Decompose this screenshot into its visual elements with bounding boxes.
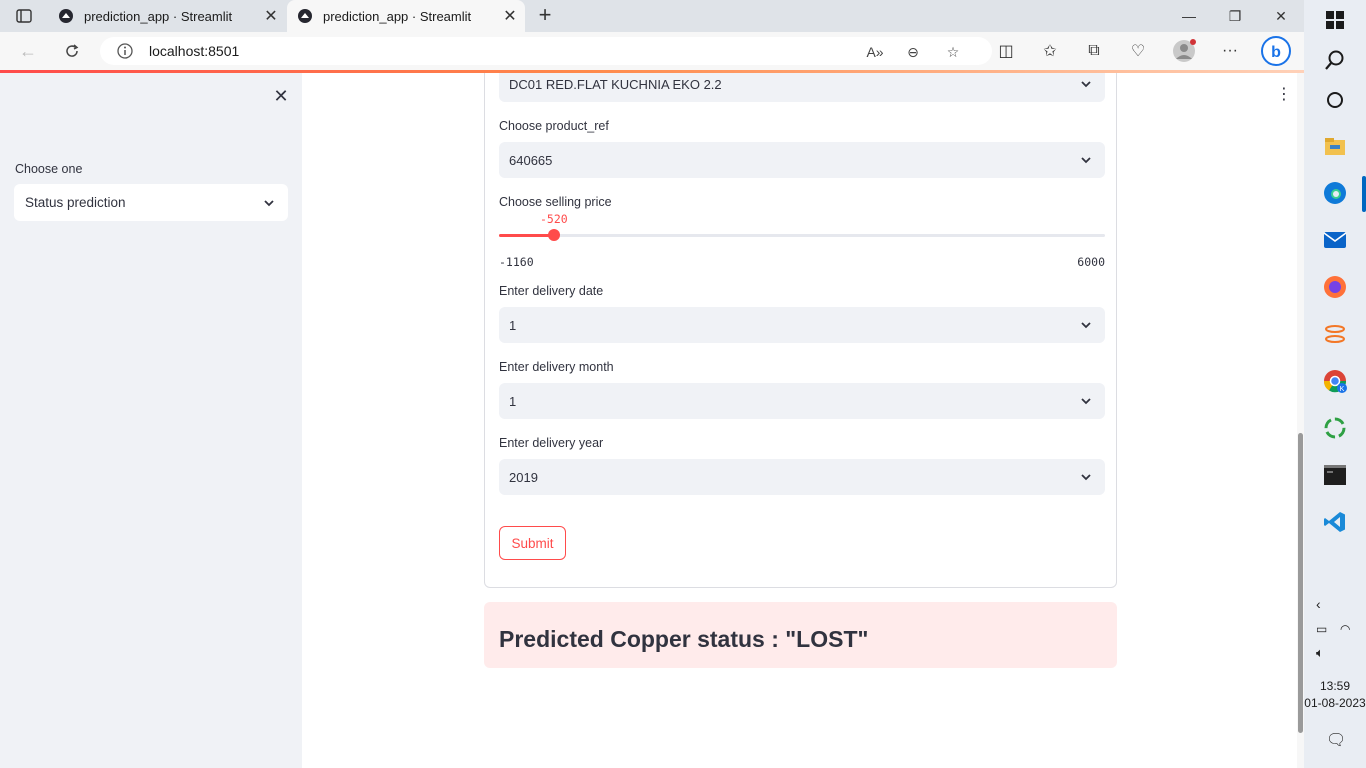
file-explorer-icon[interactable] bbox=[1323, 134, 1347, 158]
browser-essentials-icon[interactable]: ♡ bbox=[1124, 37, 1152, 65]
slider-track[interactable] bbox=[499, 234, 1105, 237]
product-ref-value: 640665 bbox=[509, 153, 553, 168]
selling-price-label: Choose selling price bbox=[499, 195, 612, 209]
bing-copilot-icon[interactable]: b bbox=[1260, 35, 1292, 67]
delivery-date-value: 1 bbox=[509, 318, 517, 333]
vscode-icon[interactable] bbox=[1323, 510, 1347, 534]
delivery-month-label: Enter delivery month bbox=[499, 360, 614, 374]
back-icon[interactable]: ← bbox=[14, 38, 42, 64]
prediction-form: DC01 RED.FLAT KUCHNIA EKO 2.2 Choose pro… bbox=[484, 73, 1117, 588]
chevron-down-icon bbox=[1081, 398, 1091, 405]
address-bar[interactable]: localhost:8501 A» ⊖ ☆ bbox=[100, 37, 992, 65]
notifications-icon[interactable]: 🗨︎ bbox=[1326, 730, 1346, 750]
favorites-icon[interactable]: ✩ bbox=[1036, 37, 1064, 65]
show-hidden-icons-chevron-icon[interactable]: ‹ bbox=[1316, 596, 1321, 612]
mail-icon[interactable] bbox=[1323, 228, 1347, 252]
tab-title: prediction_app · Streamlit bbox=[84, 8, 233, 24]
search-icon[interactable] bbox=[1323, 48, 1347, 72]
browser-toolbar: ← localhost:8501 A» ⊖ ☆ ◫ ✩ ⧉ ♡ ··· b bbox=[0, 32, 1304, 70]
scrollbar-thumb[interactable] bbox=[1298, 433, 1303, 733]
slider-fill bbox=[499, 234, 554, 237]
sync-app-icon[interactable] bbox=[1323, 416, 1347, 440]
main-content: ⋮ DC01 RED.FLAT KUCHNIA EKO 2.2 Choose p… bbox=[302, 73, 1304, 768]
volume-icon[interactable]: 🔈︎ bbox=[1316, 645, 1324, 661]
tab-title: prediction_app · Streamlit bbox=[323, 8, 472, 24]
site-info-icon[interactable] bbox=[116, 42, 134, 60]
clock-time[interactable]: 13:59 bbox=[1304, 679, 1366, 693]
windows-start-icon[interactable] bbox=[1323, 8, 1347, 32]
item-type-select[interactable]: DC01 RED.FLAT KUCHNIA EKO 2.2 bbox=[499, 73, 1105, 102]
browser-tab-1[interactable]: prediction_app · Streamlit ✕ bbox=[48, 0, 286, 32]
chevron-down-icon bbox=[1081, 157, 1091, 164]
product-ref-label: Choose product_ref bbox=[499, 119, 609, 133]
delivery-year-value: 2019 bbox=[509, 470, 538, 485]
sidebar-select-value: Status prediction bbox=[25, 195, 126, 210]
slider-current-value: -520 bbox=[540, 212, 568, 226]
wifi-icon[interactable]: ◠ bbox=[1340, 622, 1350, 636]
settings-more-icon[interactable]: ··· bbox=[1216, 37, 1244, 65]
page-scrollbar[interactable] bbox=[1297, 73, 1304, 768]
browser-tab-2[interactable]: prediction_app · Streamlit ✕ bbox=[287, 0, 525, 32]
clock-date[interactable]: 01-08-2023 bbox=[1304, 696, 1366, 710]
tab-close-icon[interactable]: ✕ bbox=[499, 5, 521, 27]
sidebar-select-label: Choose one bbox=[15, 162, 83, 176]
edge-active-indicator bbox=[1362, 176, 1366, 212]
delivery-date-select[interactable]: 1 bbox=[499, 307, 1105, 343]
svg-text:b: b bbox=[1271, 44, 1281, 61]
window-close-icon[interactable]: ✕ bbox=[1258, 0, 1304, 32]
item-type-value: DC01 RED.FLAT KUCHNIA EKO 2.2 bbox=[509, 77, 722, 92]
sidebar-close-icon[interactable]: ✕ bbox=[270, 85, 292, 107]
streamlit-favicon-icon bbox=[298, 9, 312, 23]
url-text: localhost:8501 bbox=[149, 43, 240, 59]
streamlit-sidebar: ✕ Choose one Status prediction bbox=[0, 73, 302, 768]
new-tab-icon[interactable]: + bbox=[533, 4, 557, 28]
main-menu-icon[interactable]: ⋮ bbox=[1276, 85, 1292, 103]
delivery-date-label: Enter delivery date bbox=[499, 284, 604, 298]
favorite-star-icon[interactable]: ☆ bbox=[942, 43, 964, 61]
sidebar-mode-select[interactable]: Status prediction bbox=[14, 184, 288, 221]
chrome-icon[interactable]: K bbox=[1323, 369, 1347, 393]
streamlit-favicon-icon bbox=[59, 9, 73, 23]
edge-browser-icon[interactable] bbox=[1323, 181, 1347, 205]
delivery-year-select[interactable]: 2019 bbox=[499, 459, 1105, 495]
jupyter-icon[interactable] bbox=[1323, 322, 1347, 346]
firefox-icon[interactable] bbox=[1323, 275, 1347, 299]
restore-icon[interactable]: ❐ bbox=[1212, 0, 1258, 32]
chevron-down-icon bbox=[264, 200, 274, 207]
delivery-month-select[interactable]: 1 bbox=[499, 383, 1105, 419]
windows-taskbar: K ‹ ▭ ◠ 🔈︎ 13:59 01-08-2023 🗨︎ bbox=[1304, 0, 1366, 768]
browser-tab-bar: prediction_app · Streamlit ✕ prediction_… bbox=[0, 0, 1304, 32]
profile-avatar-icon[interactable] bbox=[1170, 37, 1198, 65]
slider-min-label: -1160 bbox=[499, 255, 534, 269]
collections-icon[interactable]: ⧉ bbox=[1080, 37, 1108, 65]
product-ref-select[interactable]: 640665 bbox=[499, 142, 1105, 178]
chevron-down-icon bbox=[1081, 474, 1091, 481]
battery-icon[interactable]: ▭ bbox=[1316, 622, 1327, 636]
refresh-icon[interactable] bbox=[58, 38, 86, 64]
slider-thumb[interactable] bbox=[548, 229, 560, 241]
minimize-icon[interactable]: — bbox=[1166, 0, 1212, 32]
terminal-icon[interactable] bbox=[1323, 463, 1347, 487]
chevron-down-icon bbox=[1081, 81, 1091, 88]
chevron-down-icon bbox=[1081, 322, 1091, 329]
tab-close-icon[interactable]: ✕ bbox=[260, 5, 282, 27]
slider-max-label: 6000 bbox=[1077, 255, 1105, 269]
delivery-month-value: 1 bbox=[509, 394, 517, 409]
cortana-icon[interactable] bbox=[1323, 88, 1347, 112]
prediction-result-text: Predicted Copper status : "LOST" bbox=[499, 626, 869, 652]
zoom-out-icon[interactable]: ⊖ bbox=[902, 43, 924, 61]
selling-price-slider[interactable]: -520 -1160 6000 bbox=[499, 212, 1105, 272]
split-screen-icon[interactable]: ◫ bbox=[992, 37, 1020, 65]
submit-button[interactable]: Submit bbox=[499, 526, 566, 560]
delivery-year-label: Enter delivery year bbox=[499, 436, 604, 450]
prediction-result-box: Predicted Copper status : "LOST" bbox=[484, 602, 1117, 668]
read-aloud-icon[interactable]: A» bbox=[864, 43, 886, 61]
svg-text:K: K bbox=[1340, 386, 1345, 393]
tab-actions-icon[interactable] bbox=[10, 7, 38, 25]
